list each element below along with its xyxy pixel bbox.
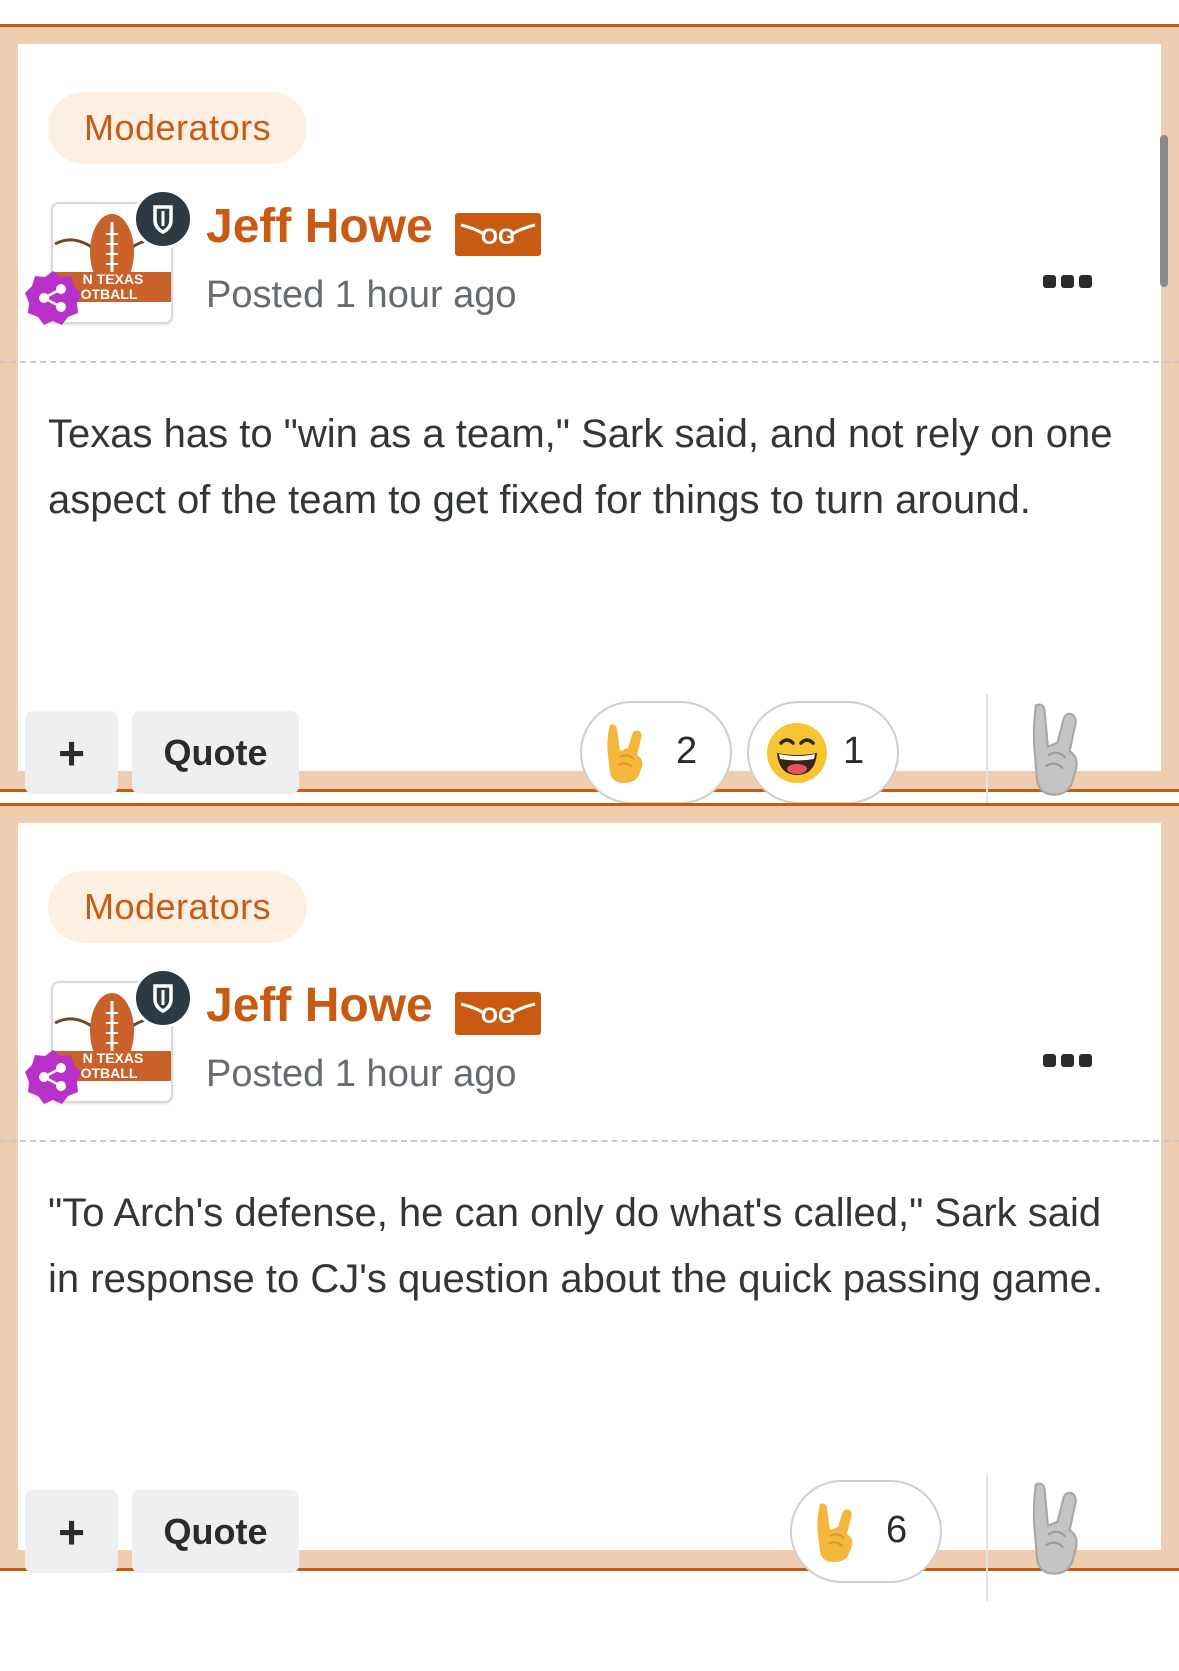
post-body: Texas has to "win as a team," Sark said,…: [48, 412, 1113, 522]
post-content-area: Moderators N TEXAS OTBALL Jeff Howe OG P…: [0, 44, 1179, 822]
post-timestamp[interactable]: Posted 1 hour ago: [206, 1053, 517, 1096]
multiquote-button[interactable]: +: [25, 1490, 118, 1573]
post-card: Moderators N TEXAS OTBALL Jeff Howe OG P…: [0, 803, 1179, 1601]
reaction-separator: [986, 1473, 988, 1601]
rank-badge-icon[interactable]: [24, 1048, 82, 1106]
horns-up-hand-icon: [607, 724, 643, 783]
post-content-area: Moderators N TEXAS OTBALL Jeff Howe OG P…: [0, 823, 1179, 1601]
avatar-text-line2: OTBALL: [81, 286, 138, 302]
author-name[interactable]: Jeff Howe: [206, 199, 433, 254]
reaction-laugh[interactable]: 1: [747, 701, 899, 804]
og-badge-icon: OG: [455, 992, 541, 1035]
reaction-horns-up[interactable]: 6: [790, 1480, 942, 1583]
reaction-horns-up[interactable]: 2: [580, 701, 732, 804]
moderator-shield-icon: [133, 968, 193, 1028]
avatar-text-line1: N TEXAS: [83, 1050, 144, 1066]
header-divider: [0, 1140, 1179, 1142]
top-spacer: [0, 0, 1179, 26]
scrollbar[interactable]: [1160, 135, 1168, 287]
svg-text:OG: OG: [481, 224, 515, 249]
reaction-count: 1: [843, 730, 865, 772]
post-body: "To Arch's defense, he can only do what'…: [48, 1191, 1103, 1301]
group-badge[interactable]: Moderators: [48, 871, 308, 943]
group-badge[interactable]: Moderators: [48, 92, 308, 164]
post-timestamp[interactable]: Posted 1 hour ago: [206, 274, 517, 317]
quote-button[interactable]: Quote: [132, 1490, 299, 1573]
post-card: Moderators N TEXAS OTBALL Jeff Howe OG P…: [0, 24, 1179, 822]
multiquote-button[interactable]: +: [25, 711, 118, 794]
add-reaction-horns-icon[interactable]: [1027, 1478, 1097, 1578]
og-badge-icon: OG: [455, 213, 541, 256]
more-options-icon[interactable]: [1040, 266, 1094, 296]
more-options-icon[interactable]: [1040, 1045, 1094, 1075]
reaction-count: 2: [676, 730, 698, 772]
laughing-face-icon: [767, 723, 827, 783]
rank-badge-icon[interactable]: [24, 269, 82, 327]
avatar-text-line2: OTBALL: [81, 1065, 138, 1081]
horns-up-hand-icon: [817, 1503, 853, 1562]
header-divider: [0, 361, 1179, 363]
avatar-text-line1: N TEXAS: [83, 271, 144, 287]
quote-button[interactable]: Quote: [132, 711, 299, 794]
reaction-count: 6: [886, 1509, 908, 1551]
add-reaction-horns-icon[interactable]: [1027, 699, 1097, 799]
author-name[interactable]: Jeff Howe: [206, 978, 433, 1033]
moderator-shield-icon: [133, 189, 193, 249]
svg-text:OG: OG: [481, 1003, 515, 1028]
